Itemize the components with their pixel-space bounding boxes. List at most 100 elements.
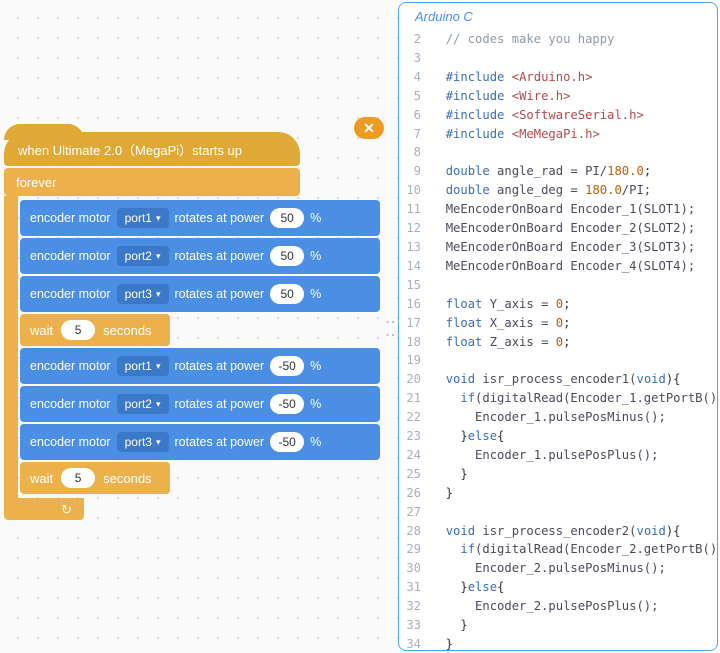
power-input[interactable]: -50 (270, 356, 304, 376)
code-line[interactable]: 32 Encoder_2.pulsePosPlus(); (399, 597, 717, 616)
caret-icon: ▾ (156, 399, 161, 410)
wait-input[interactable]: 5 (61, 320, 95, 340)
code-line[interactable]: 30 Encoder_2.pulsePosMinus(); (399, 559, 717, 578)
code-line[interactable]: 33 } (399, 616, 717, 635)
line-number: 13 (399, 238, 431, 257)
caret-icon: ▾ (156, 251, 161, 262)
block-label: encoder motor (30, 249, 111, 263)
code-line[interactable]: 23 }else{ (399, 427, 717, 446)
code-text: } (431, 635, 453, 650)
encoder-block-6[interactable]: encoder motor port3▾ rotates at power -5… (20, 424, 380, 460)
port-dropdown[interactable]: port1▾ (117, 356, 169, 376)
power-input[interactable]: -50 (270, 394, 304, 414)
code-text: // codes make you happy (431, 30, 614, 49)
encoder-block-4[interactable]: encoder motor port1▾ rotates at power -5… (20, 348, 380, 384)
code-line[interactable]: 27 (399, 503, 717, 522)
line-number: 26 (399, 484, 431, 503)
block-stack[interactable]: when Ultimate 2.0（MegaPi）starts up forev… (4, 132, 380, 520)
rotates-label: rotates at power (175, 397, 265, 411)
code-text: Encoder_2.pulsePosPlus(); (431, 597, 658, 616)
code-text: #include <SoftwareSerial.h> (431, 106, 644, 125)
code-line[interactable]: 20 void isr_process_encoder1(void){ (399, 370, 717, 389)
caret-icon: ▾ (156, 289, 161, 300)
port-dropdown[interactable]: port1▾ (117, 208, 169, 228)
code-line[interactable]: 26 } (399, 484, 717, 503)
rotates-label: rotates at power (175, 249, 265, 263)
code-line[interactable]: 3 (399, 49, 717, 68)
port-value: port1 (125, 211, 152, 225)
code-line[interactable]: 5 #include <Wire.h> (399, 87, 717, 106)
block-label: encoder motor (30, 211, 111, 225)
encoder-block-5[interactable]: encoder motor port2▾ rotates at power -5… (20, 386, 380, 422)
line-number: 31 (399, 578, 431, 597)
code-line[interactable]: 16 float Y_axis = 0; (399, 295, 717, 314)
code-line[interactable]: 7 #include <MeMegaPi.h> (399, 125, 717, 144)
line-number: 12 (399, 219, 431, 238)
port-value: port3 (125, 435, 152, 449)
port-dropdown[interactable]: port3 ▾ (117, 284, 169, 304)
code-line[interactable]: 22 Encoder_1.pulsePosMinus(); (399, 408, 717, 427)
line-number: 15 (399, 276, 431, 295)
code-line[interactable]: 29 if(digitalRead(Encoder_2.getPortB()) (399, 540, 717, 559)
code-line[interactable]: 8 (399, 143, 717, 162)
wait-input[interactable]: 5 (61, 468, 95, 488)
code-line[interactable]: 17 float X_axis = 0; (399, 314, 717, 333)
code-line[interactable]: 34 } (399, 635, 717, 650)
forever-body: encoder motor port1▾ rotates at power 50… (4, 196, 380, 498)
code-line[interactable]: 31 }else{ (399, 578, 717, 597)
code-line[interactable]: 21 if(digitalRead(Encoder_1.getPortB()) (399, 389, 717, 408)
line-number: 18 (399, 333, 431, 352)
code-line[interactable]: 10 double angle_deg = 180.0/PI; (399, 181, 717, 200)
code-line[interactable]: 18 float Z_axis = 0; (399, 333, 717, 352)
forever-block[interactable]: forever (4, 168, 300, 196)
code-text: MeEncoderOnBoard Encoder_1(SLOT1); (431, 200, 695, 219)
encoder-block-3[interactable]: encoder motor port3▾ rotates at power 50… (20, 276, 380, 312)
power-input[interactable]: -50 (270, 432, 304, 452)
code-text: float X_axis = 0; (431, 314, 570, 333)
line-number: 20 (399, 370, 431, 389)
block-label: encoder motor (30, 435, 111, 449)
blocks-canvas[interactable]: ✕ when Ultimate 2.0（MegaPi）starts up for… (0, 0, 398, 653)
forever-end[interactable]: ↻ (4, 498, 84, 520)
power-input[interactable]: 50 (270, 246, 304, 266)
code-editor[interactable]: 2 // codes make you happy34 #include <Ar… (399, 30, 717, 650)
code-text: }else{ (431, 427, 504, 446)
code-line[interactable]: 13 MeEncoderOnBoard Encoder_3(SLOT3); (399, 238, 717, 257)
pane-resize-handle[interactable]: ⋮⋮ (383, 314, 402, 340)
code-line[interactable]: 28 void isr_process_encoder2(void){ (399, 522, 717, 541)
code-line[interactable]: 9 double angle_rad = PI/180.0; (399, 162, 717, 181)
line-number: 8 (399, 143, 431, 162)
seconds-label: seconds (103, 323, 151, 338)
code-line[interactable]: 12 MeEncoderOnBoard Encoder_2(SLOT2); (399, 219, 717, 238)
block-label: encoder motor (30, 359, 111, 373)
code-line[interactable]: 14 MeEncoderOnBoard Encoder_4(SLOT4); (399, 257, 717, 276)
code-line[interactable]: 15 (399, 276, 717, 295)
line-number: 6 (399, 106, 431, 125)
code-text: if(digitalRead(Encoder_2.getPortB()) (431, 540, 717, 559)
code-line[interactable]: 25 } (399, 465, 717, 484)
line-number: 28 (399, 522, 431, 541)
code-line[interactable]: 11 MeEncoderOnBoard Encoder_1(SLOT1); (399, 200, 717, 219)
code-text: MeEncoderOnBoard Encoder_3(SLOT3); (431, 238, 695, 257)
code-line[interactable]: 19 (399, 351, 717, 370)
code-line[interactable]: 2 // codes make you happy (399, 30, 717, 49)
line-number: 33 (399, 616, 431, 635)
forever-label: forever (16, 175, 56, 190)
encoder-block-2[interactable]: encoder motor port2▾ rotates at power 50… (20, 238, 380, 274)
port-dropdown[interactable]: port2▾ (117, 246, 169, 266)
code-line[interactable]: 24 Encoder_1.pulsePosPlus(); (399, 446, 717, 465)
wait-block-1[interactable]: wait 5 seconds (20, 314, 170, 346)
port-value: port3 (125, 287, 152, 301)
power-input[interactable]: 50 (270, 208, 304, 228)
wait-label: wait (30, 323, 53, 338)
hat-block[interactable]: when Ultimate 2.0（MegaPi）starts up (4, 132, 300, 166)
code-line[interactable]: 4 #include <Arduino.h> (399, 68, 717, 87)
wait-block-2[interactable]: wait 5 seconds (20, 462, 170, 494)
code-line[interactable]: 6 #include <SoftwareSerial.h> (399, 106, 717, 125)
port-dropdown[interactable]: port3▾ (117, 432, 169, 452)
power-input[interactable]: 50 (270, 284, 304, 304)
port-dropdown[interactable]: port2▾ (117, 394, 169, 414)
language-tab[interactable]: Arduino C (399, 3, 717, 30)
encoder-block-1[interactable]: encoder motor port1▾ rotates at power 50… (20, 200, 380, 236)
line-number: 5 (399, 87, 431, 106)
